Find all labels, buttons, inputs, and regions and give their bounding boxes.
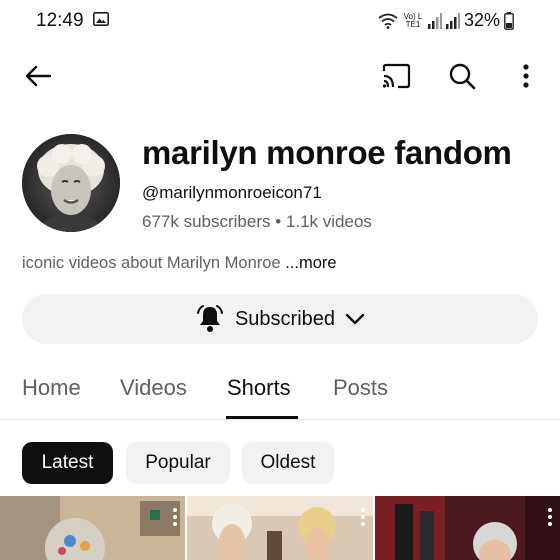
- subscribed-button[interactable]: Subscribed: [22, 294, 538, 344]
- short-thumbnail-2[interactable]: [187, 496, 373, 560]
- signal-icon-1: [427, 12, 442, 29]
- cast-icon: [382, 63, 411, 89]
- channel-tabs: Home Videos Shorts Posts: [0, 360, 560, 420]
- video-count: 1.1k videos: [285, 212, 372, 231]
- short-thumbnail-image-1: [0, 496, 185, 560]
- more-vertical-icon: [523, 64, 529, 88]
- wifi-icon: [378, 13, 398, 29]
- short-more-icon-2[interactable]: [361, 508, 365, 529]
- more-options-button[interactable]: [510, 60, 542, 92]
- tab-posts[interactable]: Posts: [333, 375, 388, 401]
- arrow-left-icon: [25, 65, 52, 87]
- status-right: Vo) LTE1 32%: [378, 10, 514, 31]
- channel-avatar[interactable]: [22, 134, 120, 232]
- back-button[interactable]: [22, 60, 54, 92]
- status-time: 12:49: [36, 10, 84, 31]
- short-more-icon-1[interactable]: [173, 508, 177, 529]
- short-thumbnail-image-2: [187, 496, 373, 560]
- channel-description[interactable]: iconic videos about Marilyn Monroe ...mo…: [22, 254, 337, 273]
- active-tab-indicator: [226, 416, 298, 419]
- stats-separator: •: [270, 212, 286, 231]
- battery-icon: [504, 11, 514, 30]
- channel-stats: 677k subscribers • 1.1k videos: [142, 212, 372, 232]
- description-more-link[interactable]: ...more: [285, 254, 336, 272]
- tab-shorts[interactable]: Shorts: [227, 375, 291, 401]
- channel-title: marilyn monroe fandom: [142, 134, 512, 171]
- chip-popular[interactable]: Popular: [126, 442, 230, 484]
- status-bar: 12:49 Vo) LTE1 32%: [0, 0, 560, 44]
- chip-oldest[interactable]: Oldest: [242, 442, 334, 484]
- description-text: iconic videos about Marilyn Monroe: [22, 254, 286, 272]
- network-type-label: Vo) LTE1: [403, 11, 423, 29]
- short-more-icon-3[interactable]: [548, 508, 552, 529]
- battery-percent: 32%: [463, 10, 500, 30]
- short-thumbnail-1[interactable]: [0, 496, 185, 560]
- subscribed-label: Subscribed: [234, 307, 336, 330]
- bell-icon: [196, 305, 223, 332]
- gallery-notification-icon: [93, 12, 109, 26]
- search-button[interactable]: [446, 60, 478, 92]
- cast-button[interactable]: [380, 60, 412, 92]
- short-thumbnail-3[interactable]: [375, 496, 560, 560]
- tab-videos[interactable]: Videos: [120, 375, 187, 401]
- signal-icon-2: [445, 12, 460, 29]
- tab-home[interactable]: Home: [22, 375, 81, 401]
- chip-latest[interactable]: Latest: [22, 442, 113, 484]
- channel-handle: @marilynmonroeicon71: [142, 183, 322, 202]
- top-app-bar: [0, 48, 560, 104]
- subscriber-count: 677k subscribers: [142, 212, 271, 231]
- short-thumbnail-image-3: [375, 496, 560, 560]
- chevron-down-icon: [345, 313, 365, 325]
- search-icon: [449, 63, 476, 90]
- avatar-image: [22, 134, 120, 232]
